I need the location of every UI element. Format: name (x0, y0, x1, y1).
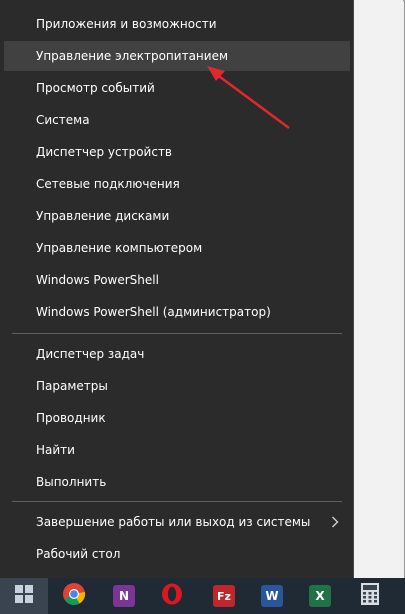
menu-item-label: Диспетчер устройств (36, 145, 173, 159)
menu-item-label: Windows PowerShell (36, 273, 159, 287)
taskbar-calculator[interactable] (346, 578, 394, 614)
menu-item-search[interactable]: Найти (4, 435, 350, 465)
excel-icon: X (309, 585, 331, 607)
taskbar-opera[interactable] (148, 578, 196, 614)
menu-item-label: Приложения и возможности (36, 17, 217, 31)
taskbar-chrome[interactable] (50, 578, 98, 614)
menu-item-power-options[interactable]: Управление электропитанием (4, 41, 350, 71)
menu-item-device-manager[interactable]: Диспетчер устройств (4, 137, 350, 167)
taskbar-filezilla[interactable]: Fz (200, 578, 248, 614)
onenote-glyph: N (118, 589, 130, 603)
menu-item-run[interactable]: Выполнить (4, 467, 350, 497)
onenote-icon: N (113, 585, 135, 607)
menu-item-computer-management[interactable]: Управление компьютером (4, 233, 350, 263)
menu-item-label: Сетевые подключения (36, 177, 180, 191)
menu-item-apps-features[interactable]: Приложения и возможности (4, 9, 350, 39)
word-glyph: W (265, 589, 279, 603)
menu-item-system[interactable]: Система (4, 105, 350, 135)
taskbar-onenote[interactable]: N (100, 578, 148, 614)
filezilla-icon: Fz (213, 585, 235, 607)
menu-item-label: Просмотр событий (36, 81, 155, 95)
menu-item-event-viewer[interactable]: Просмотр событий (4, 73, 350, 103)
menu-item-file-explorer[interactable]: Проводник (4, 403, 350, 433)
menu-item-label: Параметры (36, 379, 108, 393)
taskbar-word[interactable]: W (248, 578, 296, 614)
menu-item-label: Выполнить (36, 475, 107, 489)
calculator-icon (361, 583, 379, 609)
menu-item-label: Управление дисками (36, 209, 170, 223)
excel-glyph: X (315, 589, 325, 603)
chevron-right-icon (328, 507, 342, 537)
winx-context-menu: Приложения и возможности Управление элек… (0, 0, 354, 578)
menu-item-settings[interactable]: Параметры (4, 371, 350, 401)
menu-separator (12, 333, 342, 334)
opera-icon (161, 583, 183, 609)
windows-start-icon (15, 585, 33, 607)
menu-separator (12, 501, 342, 502)
menu-item-disk-management[interactable]: Управление дисками (4, 201, 350, 231)
menu-item-desktop[interactable]: Рабочий стол (4, 539, 350, 569)
menu-item-label: Система (36, 113, 90, 127)
menu-item-network-connections[interactable]: Сетевые подключения (4, 169, 350, 199)
menu-item-label: Диспетчер задач (36, 347, 145, 361)
menu-item-label: Управление электропитанием (36, 49, 228, 63)
taskbar-excel[interactable]: X (296, 578, 344, 614)
menu-item-label: Найти (36, 443, 75, 457)
menu-item-label: Windows PowerShell (администратор) (36, 305, 271, 319)
menu-item-shutdown-signout[interactable]: Завершение работы или выход из системы (4, 507, 350, 537)
start-button[interactable] (0, 578, 48, 614)
menu-item-task-manager[interactable]: Диспетчер задач (4, 339, 350, 369)
chrome-icon (62, 582, 86, 610)
menu-item-label: Проводник (36, 411, 106, 425)
menu-item-label: Управление компьютером (36, 241, 203, 255)
menu-item-powershell-admin[interactable]: Windows PowerShell (администратор) (4, 297, 350, 327)
desktop-background (354, 0, 403, 578)
menu-item-label: Завершение работы или выход из системы (36, 515, 311, 529)
menu-item-powershell[interactable]: Windows PowerShell (4, 265, 350, 295)
filezilla-glyph: Fz (217, 589, 231, 603)
taskbar: N Fz W X (0, 578, 405, 614)
menu-item-label: Рабочий стол (36, 547, 121, 561)
word-icon: W (261, 585, 283, 607)
